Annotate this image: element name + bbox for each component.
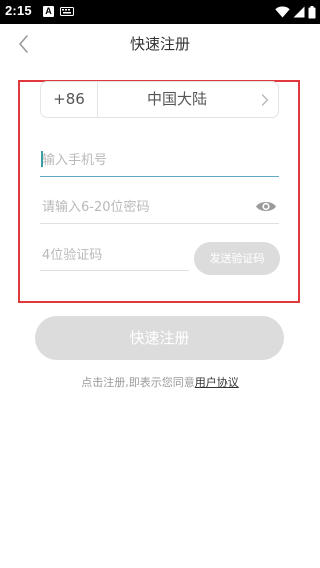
password-input[interactable] <box>42 197 247 217</box>
status-indicators <box>275 5 316 19</box>
keyboard-icon <box>60 7 74 16</box>
text-cursor <box>41 151 43 167</box>
register-button[interactable]: 快速注册 <box>35 316 284 360</box>
signal-icon <box>293 6 305 18</box>
send-code-button[interactable]: 发送验证码 <box>194 242 280 275</box>
eye-icon[interactable] <box>255 199 277 214</box>
password-underline <box>40 223 279 224</box>
country-selector[interactable]: +86 中国大陆 <box>40 81 279 118</box>
agreement-text: 点击注册,即表示您同意用户协议 <box>0 374 320 390</box>
phone-underline <box>40 176 279 177</box>
country-name: 中国大陆 <box>146 90 207 108</box>
battery-icon <box>308 5 316 18</box>
phone-input[interactable] <box>42 150 278 170</box>
country-code: +86 <box>41 82 98 117</box>
agreement-prefix: 点击注册,即表示您同意 <box>81 376 195 389</box>
user-agreement-link[interactable]: 用户协议 <box>195 376 239 389</box>
chevron-right-icon <box>261 94 269 106</box>
notification-a-icon: A <box>43 6 54 17</box>
code-underline <box>40 270 189 271</box>
verification-code-input[interactable] <box>42 245 187 265</box>
page-title: 快速注册 <box>129 35 190 53</box>
wifi-icon <box>275 6 290 18</box>
status-bar: 2:15 A <box>0 0 320 24</box>
nav-bar: 快速注册 <box>0 24 320 64</box>
status-time: 2:15 <box>5 3 32 18</box>
